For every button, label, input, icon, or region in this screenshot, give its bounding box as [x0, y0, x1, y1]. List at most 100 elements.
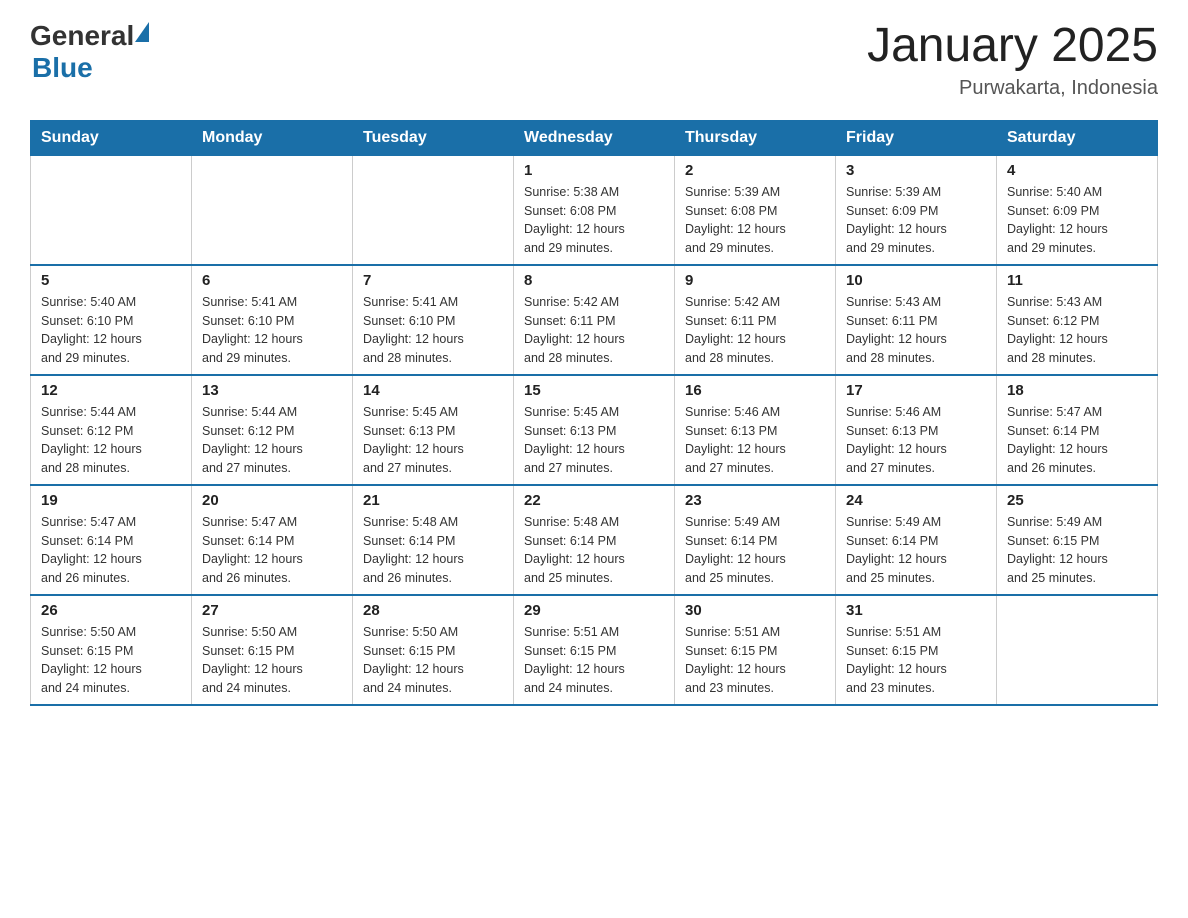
calendar-table: SundayMondayTuesdayWednesdayThursdayFrid…: [30, 120, 1158, 706]
calendar-header-row: SundayMondayTuesdayWednesdayThursdayFrid…: [31, 120, 1158, 155]
calendar-week-1: 1Sunrise: 5:38 AMSunset: 6:08 PMDaylight…: [31, 155, 1158, 265]
day-info: Sunrise: 5:51 AMSunset: 6:15 PMDaylight:…: [524, 623, 664, 698]
page-header: General Blue January 2025 Purwakarta, In…: [30, 20, 1158, 100]
day-info: Sunrise: 5:48 AMSunset: 6:14 PMDaylight:…: [524, 513, 664, 588]
day-number: 30: [685, 602, 825, 619]
calendar-cell: 18Sunrise: 5:47 AMSunset: 6:14 PMDayligh…: [997, 375, 1158, 485]
calendar-cell: 15 Sunrise: 5:45 AMSunset: 6:13 PMDayligh…: [514, 375, 675, 485]
day-number: 2: [685, 162, 825, 179]
calendar-cell: [353, 155, 514, 265]
day-info: Sunrise: 5:47 AMSunset: 6:14 PMDaylight:…: [41, 513, 181, 588]
day-number: 13: [202, 382, 342, 399]
day-info: Sunrise: 5:50 AMSunset: 6:15 PMDaylight:…: [41, 623, 181, 698]
day-info: Sunrise: 5:43 AMSunset: 6:12 PMDaylight:…: [1007, 293, 1147, 368]
day-info: Sunrise: 5:41 AMSunset: 6:10 PMDaylight:…: [202, 293, 342, 368]
day-info: Sunrise: 5:47 AMSunset: 6:14 PMDaylight:…: [202, 513, 342, 588]
calendar-cell: 13 Sunrise: 5:44 AMSunset: 6:12 PMDayligh…: [192, 375, 353, 485]
day-info: Sunrise: 5:43 AMSunset: 6:11 PMDaylight:…: [846, 293, 986, 368]
calendar-cell: 12 Sunrise: 5:44 AMSunset: 6:12 PMDayligh…: [31, 375, 192, 485]
day-info: Sunrise: 5:41 AMSunset: 6:10 PMDaylight:…: [363, 293, 503, 368]
calendar-header-tuesday: Tuesday: [353, 120, 514, 155]
calendar-cell: 31Sunrise: 5:51 AMSunset: 6:15 PMDayligh…: [836, 595, 997, 705]
location-title: Purwakarta, Indonesia: [867, 77, 1158, 100]
logo-text-blue: Blue: [32, 52, 93, 83]
day-number: 25: [1007, 492, 1147, 509]
day-info: Sunrise: 5:45 AMSunset: 6:13 PMDaylight:…: [363, 403, 503, 478]
calendar-cell: 3 Sunrise: 5:39 AMSunset: 6:09 PMDaylight…: [836, 155, 997, 265]
calendar-cell: 19 Sunrise: 5:47 AMSunset: 6:14 PMDayligh…: [31, 485, 192, 595]
day-number: 1: [524, 162, 664, 179]
day-info: Sunrise: 5:46 AMSunset: 6:13 PMDaylight:…: [685, 403, 825, 478]
day-number: 24: [846, 492, 986, 509]
calendar-cell: 1Sunrise: 5:38 AMSunset: 6:08 PMDaylight…: [514, 155, 675, 265]
calendar-week-5: 26Sunrise: 5:50 AMSunset: 6:15 PMDayligh…: [31, 595, 1158, 705]
day-info: Sunrise: 5:42 AMSunset: 6:11 PMDaylight:…: [685, 293, 825, 368]
day-info: Sunrise: 5:45 AMSunset: 6:13 PMDaylight:…: [524, 403, 664, 478]
day-number: 7: [363, 272, 503, 289]
calendar-header-friday: Friday: [836, 120, 997, 155]
calendar-cell: 16 Sunrise: 5:46 AMSunset: 6:13 PMDayligh…: [675, 375, 836, 485]
day-number: 5: [41, 272, 181, 289]
calendar-week-2: 5 Sunrise: 5:40 AMSunset: 6:10 PMDaylight…: [31, 265, 1158, 375]
calendar-header-thursday: Thursday: [675, 120, 836, 155]
day-info: Sunrise: 5:46 AMSunset: 6:13 PMDaylight:…: [846, 403, 986, 478]
calendar-cell: 28Sunrise: 5:50 AMSunset: 6:15 PMDayligh…: [353, 595, 514, 705]
calendar-cell: 30Sunrise: 5:51 AMSunset: 6:15 PMDayligh…: [675, 595, 836, 705]
calendar-cell: 2 Sunrise: 5:39 AMSunset: 6:08 PMDaylight…: [675, 155, 836, 265]
day-info: Sunrise: 5:50 AMSunset: 6:15 PMDaylight:…: [363, 623, 503, 698]
calendar-cell: 14 Sunrise: 5:45 AMSunset: 6:13 PMDayligh…: [353, 375, 514, 485]
calendar-cell: 23 Sunrise: 5:49 AMSunset: 6:14 PMDayligh…: [675, 485, 836, 595]
day-info: Sunrise: 5:44 AMSunset: 6:12 PMDaylight:…: [41, 403, 181, 478]
day-number: 11: [1007, 272, 1147, 289]
day-number: 4: [1007, 162, 1147, 179]
day-number: 15: [524, 382, 664, 399]
day-info: Sunrise: 5:40 AMSunset: 6:10 PMDaylight:…: [41, 293, 181, 368]
day-number: 12: [41, 382, 181, 399]
calendar-header-wednesday: Wednesday: [514, 120, 675, 155]
day-info: Sunrise: 5:44 AMSunset: 6:12 PMDaylight:…: [202, 403, 342, 478]
logo-text-general: General: [30, 20, 134, 52]
day-info: Sunrise: 5:39 AMSunset: 6:09 PMDaylight:…: [846, 183, 986, 258]
calendar-cell: 11 Sunrise: 5:43 AMSunset: 6:12 PMDayligh…: [997, 265, 1158, 375]
day-number: 27: [202, 602, 342, 619]
day-info: Sunrise: 5:49 AMSunset: 6:14 PMDaylight:…: [685, 513, 825, 588]
calendar-cell: 20 Sunrise: 5:47 AMSunset: 6:14 PMDayligh…: [192, 485, 353, 595]
day-number: 8: [524, 272, 664, 289]
day-number: 23: [685, 492, 825, 509]
calendar-cell: 10 Sunrise: 5:43 AMSunset: 6:11 PMDayligh…: [836, 265, 997, 375]
day-number: 17: [846, 382, 986, 399]
calendar-header-sunday: Sunday: [31, 120, 192, 155]
calendar-header-saturday: Saturday: [997, 120, 1158, 155]
calendar-cell: 6Sunrise: 5:41 AMSunset: 6:10 PMDaylight…: [192, 265, 353, 375]
day-number: 22: [524, 492, 664, 509]
calendar-cell: 4 Sunrise: 5:40 AMSunset: 6:09 PMDaylight…: [997, 155, 1158, 265]
day-number: 14: [363, 382, 503, 399]
day-number: 19: [41, 492, 181, 509]
day-info: Sunrise: 5:48 AMSunset: 6:14 PMDaylight:…: [363, 513, 503, 588]
day-info: Sunrise: 5:40 AMSunset: 6:09 PMDaylight:…: [1007, 183, 1147, 258]
calendar-cell: [192, 155, 353, 265]
logo-triangle-icon: [135, 22, 149, 42]
day-number: 16: [685, 382, 825, 399]
calendar-cell: 17 Sunrise: 5:46 AMSunset: 6:13 PMDayligh…: [836, 375, 997, 485]
calendar-cell: [997, 595, 1158, 705]
day-info: Sunrise: 5:49 AMSunset: 6:15 PMDaylight:…: [1007, 513, 1147, 588]
day-number: 20: [202, 492, 342, 509]
calendar-cell: 27Sunrise: 5:50 AMSunset: 6:15 PMDayligh…: [192, 595, 353, 705]
calendar-week-3: 12 Sunrise: 5:44 AMSunset: 6:12 PMDayligh…: [31, 375, 1158, 485]
calendar-header-monday: Monday: [192, 120, 353, 155]
day-info: Sunrise: 5:51 AMSunset: 6:15 PMDaylight:…: [846, 623, 986, 698]
calendar-cell: [31, 155, 192, 265]
day-number: 10: [846, 272, 986, 289]
day-number: 3: [846, 162, 986, 179]
calendar-cell: 5 Sunrise: 5:40 AMSunset: 6:10 PMDaylight…: [31, 265, 192, 375]
calendar-cell: 9 Sunrise: 5:42 AMSunset: 6:11 PMDaylight…: [675, 265, 836, 375]
day-info: Sunrise: 5:39 AMSunset: 6:08 PMDaylight:…: [685, 183, 825, 258]
day-number: 9: [685, 272, 825, 289]
calendar-cell: 21 Sunrise: 5:48 AMSunset: 6:14 PMDayligh…: [353, 485, 514, 595]
calendar-cell: 26Sunrise: 5:50 AMSunset: 6:15 PMDayligh…: [31, 595, 192, 705]
day-number: 21: [363, 492, 503, 509]
day-number: 18: [1007, 382, 1147, 399]
month-title: January 2025: [867, 20, 1158, 73]
calendar-cell: 24Sunrise: 5:49 AMSunset: 6:14 PMDayligh…: [836, 485, 997, 595]
